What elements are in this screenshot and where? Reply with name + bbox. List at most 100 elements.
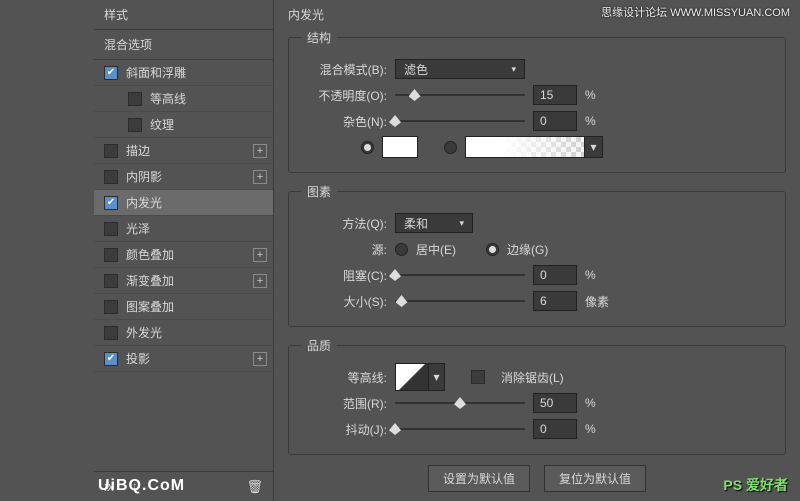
unit-label: % (585, 88, 615, 102)
select-value: 滤色 (404, 61, 428, 78)
checkbox-icon[interactable] (104, 196, 118, 210)
gradient-radio[interactable] (444, 141, 457, 154)
list-item-contour[interactable]: 等高线 (94, 86, 273, 112)
size-slider[interactable] (395, 293, 525, 309)
quality-legend: 品质 (301, 337, 337, 354)
add-icon[interactable]: + (253, 248, 267, 262)
chevron-down-icon: ▾ (511, 64, 516, 75)
checkbox-icon[interactable] (104, 326, 118, 340)
quality-group: 品质 等高线: ▾ 消除锯齿(L) 范围(R): 50 % 抖动(J): (288, 337, 786, 455)
opacity-label: 不透明度(O): (301, 87, 387, 104)
list-item-inner-glow[interactable]: 内发光 (94, 190, 273, 216)
checkbox-icon[interactable] (104, 222, 118, 236)
checkbox-icon[interactable] (104, 170, 118, 184)
antialias-checkbox[interactable] (471, 370, 485, 384)
blend-mode-label: 混合模式(B): (301, 61, 387, 78)
size-input[interactable]: 6 (533, 291, 577, 311)
chevron-down-icon[interactable]: ▾ (585, 136, 603, 158)
list-label: 内阴影 (126, 168, 162, 185)
choke-slider[interactable] (395, 267, 525, 283)
unit-label: % (585, 396, 615, 410)
gradient-swatch[interactable] (465, 136, 585, 158)
source-label: 源: (301, 241, 387, 258)
noise-slider[interactable] (395, 113, 525, 129)
contour-label: 等高线: (301, 369, 387, 386)
settings-panel: 内发光 结构 混合模式(B): 滤色▾ 不透明度(O): 15 % 杂色(N):… (274, 0, 800, 501)
list-label: 等高线 (150, 90, 186, 107)
unit-label: % (585, 268, 615, 282)
choke-label: 阻塞(C): (301, 267, 387, 284)
choke-input[interactable]: 0 (533, 265, 577, 285)
list-label: 外发光 (126, 324, 162, 341)
structure-legend: 结构 (301, 29, 337, 46)
checkbox-icon[interactable] (128, 118, 142, 132)
checkbox-icon[interactable] (104, 352, 118, 366)
trash-icon[interactable]: 🗑 (246, 479, 263, 495)
method-label: 方法(Q): (301, 215, 387, 232)
list-item-texture[interactable]: 纹理 (94, 112, 273, 138)
list-item-outer-glow[interactable]: 外发光 (94, 320, 273, 346)
reset-default-button[interactable]: 复位为默认值 (544, 465, 646, 492)
checkbox-icon[interactable] (104, 274, 118, 288)
add-icon[interactable]: + (253, 352, 267, 366)
list-label: 纹理 (150, 116, 174, 133)
list-item-pattern-overlay[interactable]: 图案叠加 (94, 294, 273, 320)
color-radio[interactable] (361, 141, 374, 154)
chevron-down-icon: ▾ (459, 218, 464, 229)
structure-group: 结构 混合模式(B): 滤色▾ 不透明度(O): 15 % 杂色(N): 0 % (288, 29, 786, 173)
checkbox-icon[interactable] (104, 248, 118, 262)
list-label: 颜色叠加 (126, 246, 174, 263)
chevron-down-icon[interactable]: ▾ (429, 363, 445, 391)
checkbox-icon[interactable] (128, 92, 142, 106)
add-icon[interactable]: + (253, 144, 267, 158)
list-item-stroke[interactable]: 描边 + (94, 138, 273, 164)
noise-input[interactable]: 0 (533, 111, 577, 131)
center-label: 居中(E) (416, 241, 456, 258)
contour-picker[interactable] (395, 363, 429, 391)
checkbox-icon[interactable] (104, 144, 118, 158)
list-label: 内发光 (126, 194, 162, 211)
antialias-label: 消除锯齿(L) (501, 369, 564, 386)
blend-options-header[interactable]: 混合选项 (94, 30, 273, 60)
opacity-slider[interactable] (395, 87, 525, 103)
range-input[interactable]: 50 (533, 393, 577, 413)
size-label: 大小(S): (301, 293, 387, 310)
source-edge-radio[interactable] (486, 243, 499, 256)
element-group: 图素 方法(Q): 柔和▾ 源: 居中(E) 边缘(G) 阻塞(C): 0 % … (288, 183, 786, 327)
color-swatch[interactable] (382, 136, 418, 158)
add-icon[interactable]: + (253, 170, 267, 184)
jitter-label: 抖动(J): (301, 421, 387, 438)
method-select[interactable]: 柔和 ▾ (395, 213, 473, 233)
list-label: 描边 (126, 142, 150, 159)
jitter-input[interactable]: 0 (533, 419, 577, 439)
unit-label: 像素 (585, 293, 615, 310)
set-default-button[interactable]: 设置为默认值 (428, 465, 530, 492)
list-label: 斜面和浮雕 (126, 64, 186, 81)
list-item-bevel[interactable]: 斜面和浮雕 (94, 60, 273, 86)
select-value: 柔和 (404, 215, 428, 232)
list-label: 渐变叠加 (126, 272, 174, 289)
source-center-radio[interactable] (395, 243, 408, 256)
styles-header: 样式 (94, 0, 273, 30)
unit-label: % (585, 422, 615, 436)
checkbox-icon[interactable] (104, 300, 118, 314)
blend-mode-select[interactable]: 滤色 ▾ (395, 59, 525, 79)
watermark-bottom-left: UiBQ.CoM (98, 477, 185, 495)
range-slider[interactable] (395, 395, 525, 411)
watermark-top: 思缘设计论坛 WWW.MISSYUAN.COM (601, 4, 790, 20)
list-item-gradient-overlay[interactable]: 渐变叠加 + (94, 268, 273, 294)
jitter-slider[interactable] (395, 421, 525, 437)
watermark-bottom-right: PS 爱好者 (723, 475, 788, 495)
add-icon[interactable]: + (253, 274, 267, 288)
noise-label: 杂色(N): (301, 113, 387, 130)
list-item-drop-shadow[interactable]: 投影+ (94, 346, 273, 372)
opacity-input[interactable]: 15 (533, 85, 577, 105)
list-item-satin[interactable]: 光泽 (94, 216, 273, 242)
checkbox-icon[interactable] (104, 66, 118, 80)
edge-label: 边缘(G) (507, 241, 548, 258)
element-legend: 图素 (301, 183, 337, 200)
list-item-color-overlay[interactable]: 颜色叠加 + (94, 242, 273, 268)
list-label: 光泽 (126, 220, 150, 237)
range-label: 范围(R): (301, 395, 387, 412)
list-item-inner-shadow[interactable]: 内阴影 + (94, 164, 273, 190)
